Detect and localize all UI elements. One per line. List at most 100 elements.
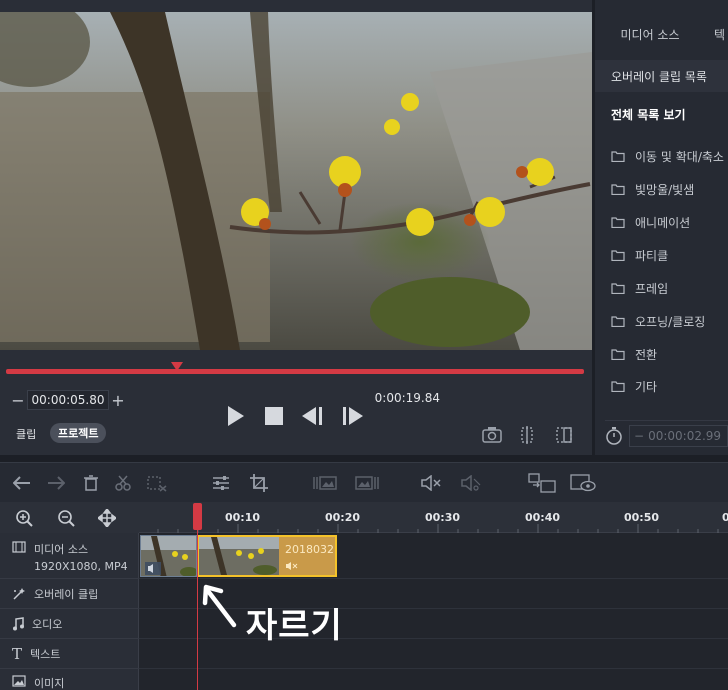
adjust-button[interactable] — [210, 472, 232, 494]
time-ruler[interactable]: 00:10 00:20 00:30 00:40 00:50 0 — [139, 502, 728, 533]
track-row-text[interactable] — [139, 639, 728, 669]
preview-eye-icon — [570, 474, 596, 492]
undo-button[interactable] — [11, 472, 33, 494]
fit-timeline-button[interactable] — [96, 507, 118, 529]
folder-item-opening[interactable]: 오프닝/클로징 — [611, 311, 705, 331]
zoom-out-button[interactable] — [55, 507, 77, 529]
tab-text[interactable]: 텍 — [714, 12, 728, 56]
timeline-zoom-controls — [0, 502, 139, 533]
zoom-in-icon — [16, 510, 33, 527]
track-label: 텍스트 — [30, 647, 61, 661]
current-time-value[interactable]: 00:00:05.80 — [27, 390, 109, 410]
plus-icon[interactable]: + — [109, 390, 127, 410]
folder-item-particle[interactable]: 파티클 — [611, 245, 668, 265]
folder-item-frame[interactable]: 프레임 — [611, 278, 668, 298]
video-clip[interactable] — [140, 535, 197, 577]
crop-button[interactable] — [248, 472, 270, 494]
next-frame-icon — [343, 407, 363, 425]
stop-button[interactable] — [262, 404, 286, 428]
play-button[interactable] — [224, 404, 248, 428]
tab-media-source[interactable]: 미디어 소스 — [595, 12, 705, 56]
video-frame-image — [0, 12, 592, 350]
folder-item-bokeh[interactable]: 빛망울/빛샘 — [611, 179, 694, 199]
seek-thumb[interactable] — [171, 362, 183, 371]
split-button[interactable] — [146, 472, 168, 494]
stopwatch-icon — [606, 426, 622, 445]
edit-toolbar — [0, 462, 728, 502]
mode-clip-toggle[interactable]: 클립 — [16, 426, 36, 442]
image-before-button[interactable] — [312, 472, 338, 494]
image-after-button[interactable] — [354, 472, 380, 494]
redo-icon — [48, 476, 65, 490]
minus-icon[interactable]: − — [9, 390, 27, 410]
zoom-out-icon — [58, 510, 75, 527]
seek-bar[interactable] — [6, 369, 584, 374]
track-label: 오버레이 클립 — [34, 587, 99, 601]
track-label: 미디어 소스 — [34, 543, 89, 556]
folder-icon — [611, 316, 625, 327]
track-header-audio[interactable]: 오디오 — [0, 609, 139, 639]
mode-project-toggle[interactable]: 프로젝트 — [50, 423, 107, 443]
track-header-overlay[interactable]: 오버레이 클립 — [0, 579, 139, 609]
sliders-icon — [213, 476, 229, 490]
tick-label: 00:20 — [325, 511, 361, 524]
split-audio-button[interactable] — [460, 472, 482, 494]
folder-label: 이동 및 확대/축소 — [635, 149, 724, 164]
video-clip-selected[interactable]: 2018032... — [197, 535, 337, 577]
prev-frame-button[interactable] — [301, 404, 325, 428]
audio-split-icon — [461, 475, 481, 491]
track-label: 이미지 — [34, 677, 65, 690]
tick-label: 00:30 — [425, 511, 461, 524]
snapshot-button[interactable] — [480, 423, 504, 447]
folder-item-animation[interactable]: 애니메이션 — [611, 212, 690, 232]
folder-label: 오프닝/클로징 — [635, 314, 706, 329]
folder-icon — [611, 381, 625, 392]
overlay-detach-icon — [528, 473, 556, 493]
current-time-stepper[interactable]: − 00:00:05.80 + — [9, 390, 127, 410]
folder-icon — [611, 349, 625, 360]
track-label: 오디오 — [32, 617, 63, 631]
tick-label: 0 — [722, 511, 728, 524]
track-row-image[interactable] — [139, 669, 728, 690]
detach-overlay-button[interactable] — [528, 472, 556, 494]
folder-item-etc[interactable]: 기타 — [611, 376, 657, 396]
video-preview[interactable] — [0, 12, 592, 350]
track-header-media[interactable]: 미디어 소스 1920X1080, MP4 — [0, 533, 139, 579]
aspect-button[interactable] — [515, 423, 539, 447]
annotation-arrow-icon — [202, 584, 237, 628]
folder-item-zoom[interactable]: 이동 및 확대/축소 — [611, 146, 724, 166]
camera-icon — [482, 427, 502, 443]
folder-label: 빛망울/빛샘 — [635, 182, 695, 197]
track-header-text[interactable]: T 텍스트 — [0, 639, 139, 669]
folder-icon — [611, 283, 625, 294]
aspect-ratio-icon — [521, 426, 533, 444]
folder-label: 파티클 — [635, 248, 669, 263]
trash-icon — [84, 475, 98, 491]
delete-button[interactable] — [80, 472, 102, 494]
redo-button[interactable] — [45, 472, 67, 494]
zoom-in-button[interactable] — [13, 507, 35, 529]
fullscreen-button[interactable] — [552, 423, 576, 447]
tick-label: 00:10 — [225, 511, 261, 524]
scissors-icon — [115, 475, 131, 491]
next-frame-button[interactable] — [340, 404, 364, 428]
total-time: 0:00:19.84 — [374, 391, 440, 405]
speaker-icon — [286, 562, 298, 570]
mute-button[interactable] — [420, 472, 442, 494]
playhead-line[interactable] — [197, 513, 198, 690]
folder-item-transition[interactable]: 전환 — [611, 344, 657, 364]
duration-field[interactable]: − 00:00:02.99 — [629, 424, 728, 447]
insert-image-before-icon — [313, 476, 337, 490]
cut-button[interactable] — [112, 472, 134, 494]
track-sub-label: 1920X1080, MP4 — [34, 560, 128, 573]
folder-label: 애니메이션 — [635, 215, 691, 230]
folder-icon — [611, 250, 625, 261]
overlay-clip-list-header: 오버레이 클립 목록 — [595, 60, 728, 92]
folder-icon — [611, 217, 625, 228]
music-note-icon — [13, 616, 24, 630]
view-all-list[interactable]: 전체 목록 보기 — [611, 106, 686, 123]
preview-overlay-button[interactable] — [570, 472, 596, 494]
folder-icon — [611, 151, 625, 162]
clip-thumbnail — [141, 536, 196, 576]
track-header-image[interactable]: 이미지 — [0, 669, 139, 690]
